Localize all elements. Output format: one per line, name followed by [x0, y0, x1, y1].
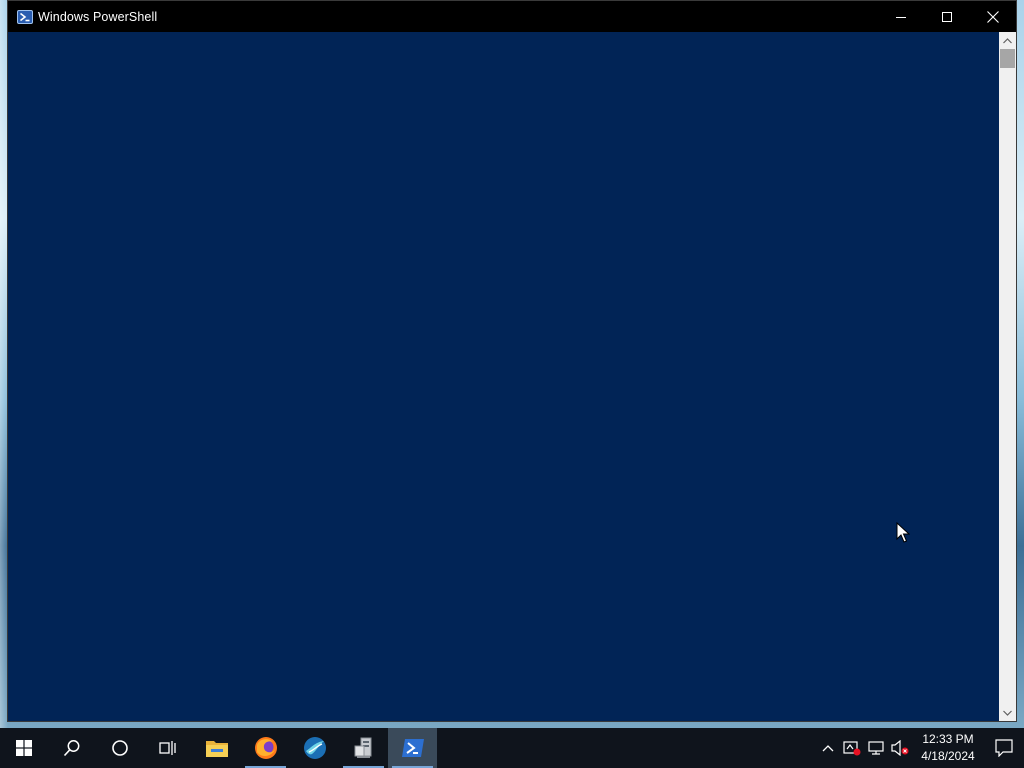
- close-icon: [987, 10, 999, 23]
- maximize-icon: [942, 11, 952, 22]
- scroll-thumb[interactable]: [1000, 49, 1015, 68]
- taskbar-firefox[interactable]: [241, 728, 290, 768]
- volume-muted-icon: [891, 740, 909, 756]
- console-area[interactable]: [8, 32, 1000, 721]
- network-icon: [868, 741, 884, 755]
- action-center-button[interactable]: [984, 728, 1024, 768]
- powershell-icon: [401, 739, 424, 757]
- scroll-up-button[interactable]: [999, 32, 1016, 49]
- server-manager-icon: [354, 737, 371, 758]
- taskbar: 12:33 PM 4/18/2024: [0, 728, 1024, 768]
- clock-date: 4/18/2024: [921, 749, 975, 763]
- action-center-icon: [995, 739, 1013, 757]
- system-tray: 12:33 PM 4/18/2024: [816, 728, 1024, 768]
- clock-button[interactable]: 12:33 PM 4/18/2024: [912, 728, 984, 768]
- start-button[interactable]: [0, 728, 48, 768]
- volume-tray-button[interactable]: [888, 728, 912, 768]
- vertical-scrollbar[interactable]: [999, 32, 1016, 721]
- folder-icon: [205, 741, 228, 757]
- chevron-up-icon: [1003, 37, 1012, 43]
- mouse-cursor-icon: [896, 522, 910, 543]
- taskbar-file-explorer[interactable]: [192, 728, 241, 768]
- show-hidden-icons-button[interactable]: [816, 728, 840, 768]
- taskbar-wireshark[interactable]: [290, 728, 339, 768]
- clock-time: 12:33 PM: [922, 732, 974, 746]
- cortana-button[interactable]: [96, 728, 144, 768]
- task-view-icon: [159, 741, 176, 755]
- taskbar-powershell[interactable]: [388, 728, 437, 768]
- close-button[interactable]: [970, 1, 1016, 32]
- chevron-up-icon: [822, 745, 834, 752]
- chevron-down-icon: [1003, 710, 1012, 716]
- window-title: Windows PowerShell: [38, 9, 158, 24]
- scroll-down-button[interactable]: [999, 704, 1016, 721]
- taskbar-server-manager[interactable]: [339, 728, 388, 768]
- maximize-button[interactable]: [924, 1, 970, 32]
- wireshark-icon: [303, 737, 326, 759]
- cortana-icon: [112, 740, 128, 756]
- minimize-icon: [896, 16, 906, 18]
- task-view-button[interactable]: [144, 728, 192, 768]
- security-tray-button[interactable]: [840, 728, 864, 768]
- powershell-icon: [17, 9, 33, 25]
- windows-logo-icon: [16, 740, 32, 756]
- security-alert-icon: [843, 741, 861, 756]
- search-icon: [63, 740, 80, 757]
- search-button[interactable]: [48, 728, 96, 768]
- minimize-button[interactable]: [878, 1, 924, 32]
- powershell-window[interactable]: Windows PowerShell: [7, 0, 1017, 722]
- firefox-icon: [254, 737, 277, 759]
- title-bar[interactable]: Windows PowerShell: [8, 1, 1016, 32]
- network-tray-button[interactable]: [864, 728, 888, 768]
